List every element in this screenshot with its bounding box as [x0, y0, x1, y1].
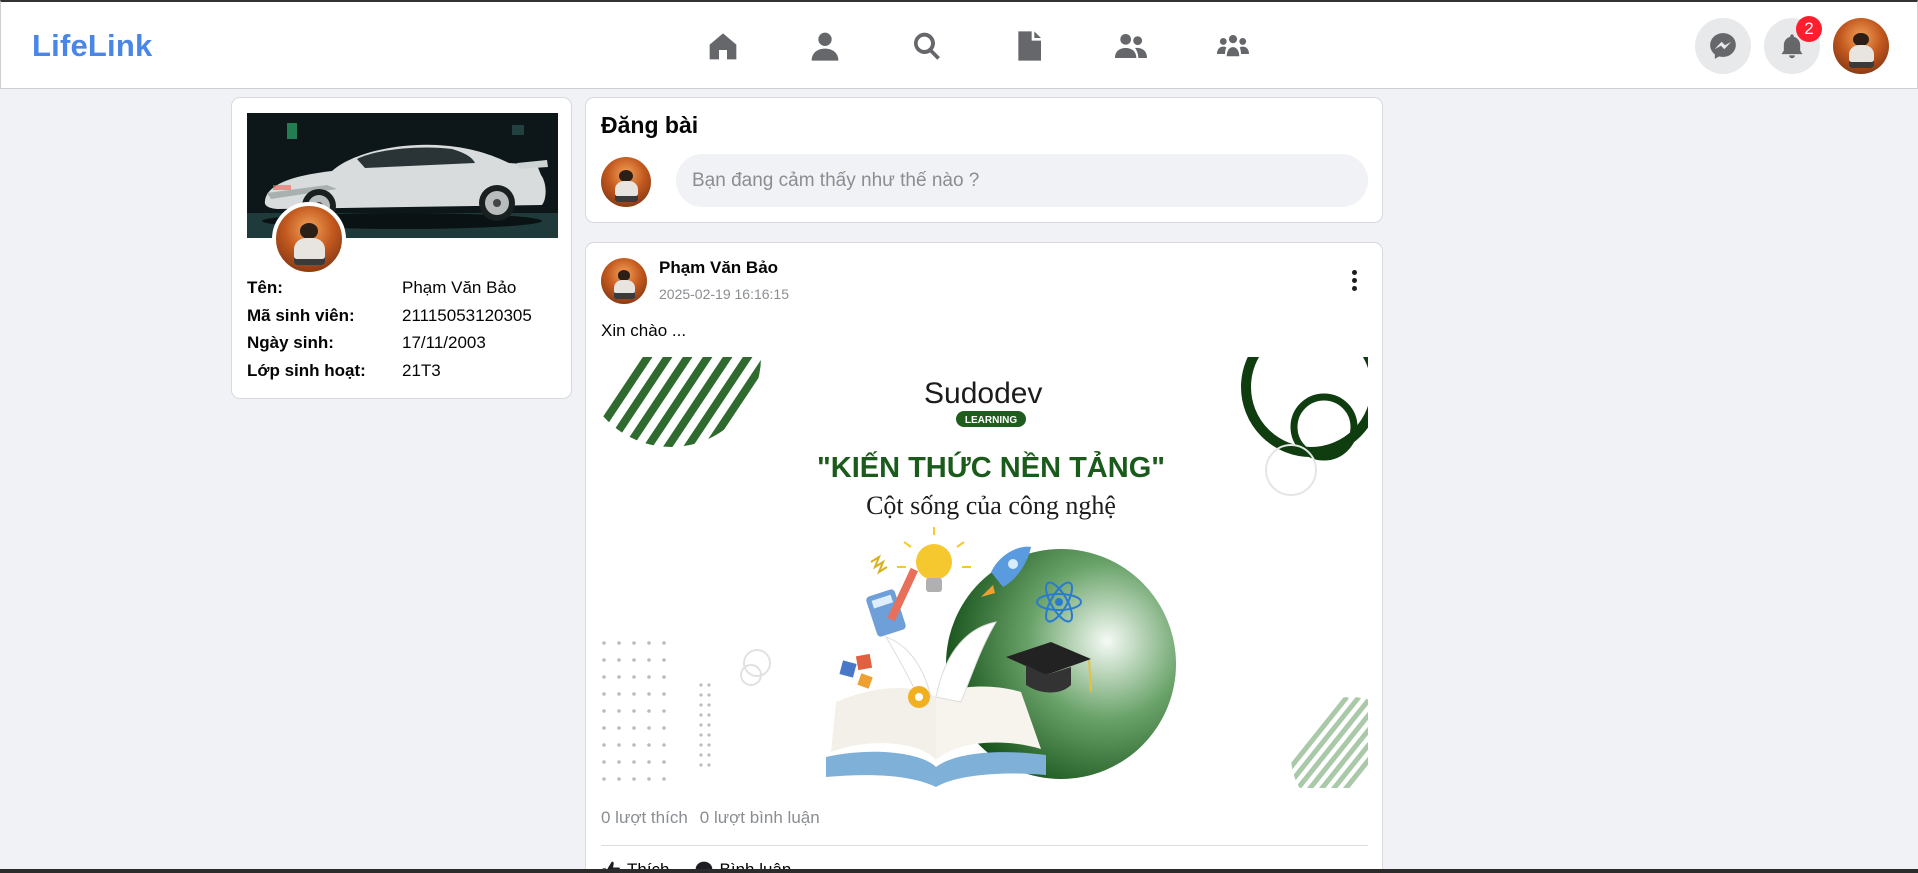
notification-badge: 2 [1796, 16, 1822, 42]
profile-label: Mã sinh viên: [247, 305, 355, 325]
banner-brand: Sudodev [924, 377, 1042, 410]
banner-subheadline: Cột sống của công nghệ [866, 491, 1116, 520]
compose-title: Đăng bài [601, 112, 699, 138]
search-icon [914, 32, 940, 60]
banner-headline: "KIẾN THỨC NỀN TẢNG" [817, 450, 1165, 484]
groups-icon [1217, 35, 1249, 57]
nav-friends[interactable] [1097, 20, 1165, 72]
profile-value: 21T3 [402, 360, 441, 380]
post-author-avatar[interactable] [601, 258, 647, 304]
profile-value: Phạm Văn Bảo [402, 278, 517, 297]
nav-documents[interactable] [995, 20, 1063, 72]
post-timestamp: 2025-02-19 16:16:15 [659, 286, 789, 302]
messenger-icon [1710, 33, 1736, 59]
user-icon [811, 32, 839, 61]
profile-row-class: Lớp sinh hoạt: 21T3 [247, 357, 532, 385]
post-stats: 0 lượt thích 0 lượt bình luận [601, 808, 820, 828]
nav-home[interactable] [689, 20, 757, 72]
post-text: Xin chào ... [601, 321, 687, 340]
account-avatar[interactable] [1833, 18, 1889, 74]
friends-icon [1115, 34, 1147, 58]
main-nav [689, 20, 1267, 72]
profile-label: Lớp sinh hoạt: [247, 360, 366, 380]
profile-label: Ngày sinh: [247, 333, 334, 352]
file-icon [1018, 31, 1041, 61]
more-vertical-icon [1351, 270, 1357, 275]
post-options-button[interactable] [1344, 270, 1364, 292]
top-bar: LifeLink 2 [0, 0, 1918, 89]
profile-info: Tên: Phạm Văn Bảo Mã sinh viên: 21115053… [247, 274, 532, 384]
profile-value: 21115053120305 [402, 305, 532, 325]
post-image[interactable]: Sudodev LEARNING "KIẾN THỨC NỀN TẢNG" Cộ… [601, 357, 1368, 788]
compose-avatar [601, 157, 651, 207]
comment-count[interactable]: 0 lượt bình luận [700, 808, 820, 828]
profile-row-birthday: Ngày sinh: 17/11/2003 [247, 329, 532, 357]
messenger-button[interactable] [1695, 18, 1751, 74]
banner-brand-tag: LEARNING [965, 415, 1017, 426]
profile-card: Tên: Phạm Văn Bảo Mã sinh viên: 21115053… [231, 97, 572, 399]
app-logo[interactable]: LifeLink [32, 28, 152, 64]
profile-row-student-id: Mã sinh viên: 21115053120305 [247, 302, 532, 330]
profile-label: Tên: [247, 278, 283, 297]
header-actions: 2 [1695, 16, 1889, 74]
compose-input[interactable] [676, 154, 1368, 207]
like-count[interactable]: 0 lượt thích [601, 808, 688, 828]
compose-card: Đăng bài [585, 97, 1383, 223]
post-divider [601, 845, 1368, 846]
profile-value: 17/11/2003 [402, 333, 486, 352]
nav-groups[interactable] [1199, 20, 1267, 72]
home-icon [709, 33, 737, 60]
profile-row-name: Tên: Phạm Văn Bảo [247, 274, 532, 302]
notifications-button[interactable]: 2 [1764, 16, 1822, 74]
post-author-name[interactable]: Phạm Văn Bảo [659, 258, 778, 278]
profile-avatar[interactable] [272, 202, 346, 276]
nav-search[interactable] [893, 20, 961, 72]
window-bottom-edge [0, 869, 1918, 873]
nav-profile[interactable] [791, 20, 859, 72]
post-banner: Sudodev LEARNING "KIẾN THỨC NỀN TẢNG" Cộ… [601, 357, 1368, 788]
post-card: Phạm Văn Bảo 2025-02-19 16:16:15 Xin chà… [585, 242, 1383, 873]
